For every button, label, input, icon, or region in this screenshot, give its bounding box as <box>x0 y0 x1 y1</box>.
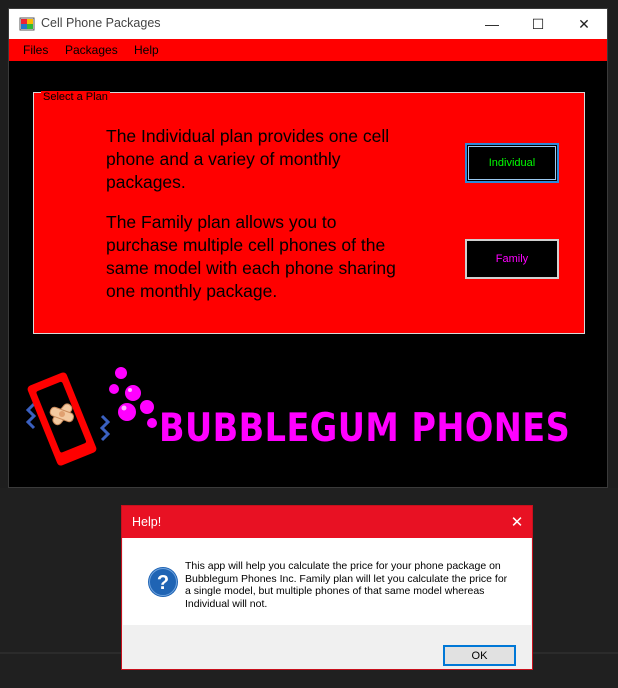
family-plan-description: The Family plan allows you to purchase m… <box>106 212 396 301</box>
close-button[interactable]: ✕ <box>561 9 607 39</box>
svg-text:?: ? <box>157 572 169 594</box>
phone-logo-icon <box>25 372 110 466</box>
bubbles-icon <box>109 367 157 428</box>
app-icon <box>19 17 35 31</box>
individual-button[interactable]: Individual <box>465 143 559 183</box>
menu-files[interactable]: Files <box>23 43 48 57</box>
menu-help[interactable]: Help <box>134 43 159 57</box>
dialog-title: Help! <box>132 515 162 529</box>
menu-bar: Files Packages Help <box>9 39 607 61</box>
minimize-button[interactable]: — <box>469 9 515 39</box>
plan-group-label: Select a Plan <box>41 91 110 103</box>
window-title: Cell Phone Packages <box>41 16 161 30</box>
family-button[interactable]: Family <box>465 239 559 279</box>
dialog-message: This app will help you calculate the pri… <box>185 560 508 610</box>
title-bar[interactable]: Cell Phone Packages — ☐ ✕ <box>9 9 607 39</box>
ok-button[interactable]: OK <box>443 645 516 666</box>
help-dialog: Help! ✕ ? This app will help you calcula… <box>121 505 533 670</box>
dialog-title-bar[interactable]: Help! ✕ <box>122 506 532 538</box>
question-icon: ? <box>148 567 178 597</box>
dialog-close-button[interactable]: ✕ <box>502 506 532 538</box>
individual-plan-description: The Individual plan provides one cell ph… <box>106 126 390 192</box>
dialog-body: ? This app will help you calculate the p… <box>123 538 531 625</box>
menu-packages[interactable]: Packages <box>65 43 118 57</box>
main-window: Cell Phone Packages — ☐ ✕ Files Packages… <box>8 8 608 488</box>
maximize-button[interactable]: ☐ <box>515 9 561 39</box>
brand-logo-text: BUBBLEGUM PHONES <box>159 406 571 451</box>
